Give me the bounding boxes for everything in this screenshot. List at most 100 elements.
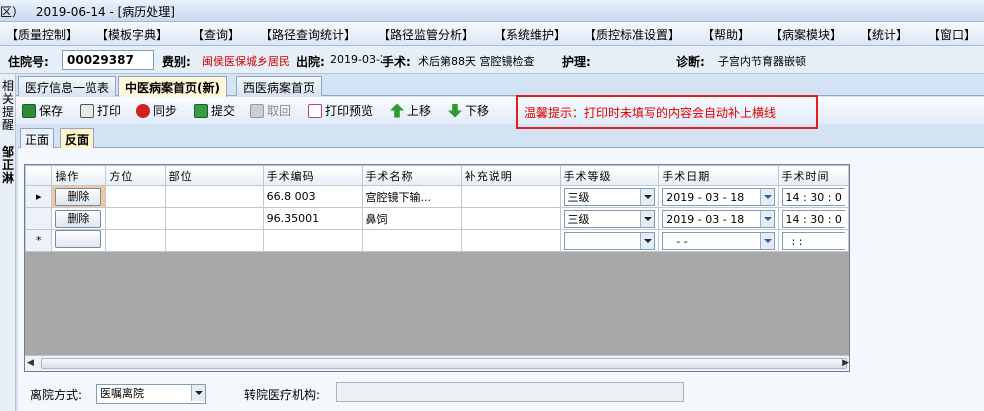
title-date: 2019-06-14 <box>35 5 106 19</box>
horizontal-scrollbar[interactable]: ◀ ▶ <box>25 355 849 371</box>
tab-western-frontpage[interactable]: 西医病案首页 <box>236 76 323 96</box>
menu-quality-control[interactable]: 【质量控制】 <box>6 26 78 43</box>
position-cell[interactable] <box>105 207 166 230</box>
surgery-name-cell[interactable] <box>361 229 462 252</box>
table-row[interactable]: ▸ 删除 66.8 003 宫腔镜下输... 三级 2019 - 03 - 18… <box>25 185 849 208</box>
col-site[interactable]: 部位 <box>164 165 264 186</box>
revoke-icon <box>250 103 264 118</box>
print-preview-label: 打印预览 <box>325 104 374 118</box>
toolbar: 保存 打印 同步 提交 取回 打印预览 上移 下移 <box>16 97 984 124</box>
site-cell[interactable] <box>164 207 264 230</box>
scroll-right-icon[interactable]: ▶ <box>842 358 849 368</box>
surgery-date-picker[interactable]: 2019 - 03 - 18 <box>662 209 775 228</box>
scroll-thumb[interactable] <box>41 358 847 369</box>
surgery-date-value: 2019 - 03 - 18 <box>666 212 745 226</box>
tab-tcm-frontpage[interactable]: 中医病案首页(新) <box>118 76 227 97</box>
discharge-row: 离院方式: 医嘱离院 转院医疗机构: <box>18 380 984 406</box>
arrow-down-icon <box>448 103 462 118</box>
tab-back-side[interactable]: 反面 <box>60 128 95 148</box>
title-bar: 区） 2019-06-14 - [病历处理] <box>0 0 984 22</box>
transfer-hospital-input[interactable] <box>336 382 684 402</box>
col-supplement[interactable]: 补充说明 <box>460 165 561 186</box>
revoke-button[interactable]: 取回 <box>250 102 291 119</box>
surgery-date-picker[interactable]: 2019 - 03 - 18 <box>662 187 775 206</box>
print-preview-button[interactable]: 打印预览 <box>308 102 373 119</box>
delete-button[interactable]: 删除 <box>55 187 102 206</box>
revoke-label: 取回 <box>267 104 292 118</box>
surgery-level-select[interactable]: 三级 <box>563 209 656 228</box>
chevron-down-icon[interactable] <box>640 188 655 205</box>
supplement-cell[interactable] <box>460 229 561 252</box>
submit-icon <box>194 103 208 118</box>
new-row[interactable]: * - - : : <box>25 229 849 252</box>
delete-button[interactable]: 删除 <box>55 209 102 228</box>
col-surgery-code[interactable]: 手术编码 <box>262 165 363 186</box>
site-cell[interactable] <box>164 229 264 252</box>
surgery-name-cell[interactable]: 宫腔镜下输... <box>361 185 462 208</box>
warning-text: 温馨提示：打印时未填写的内容会自动补上横线 <box>524 106 777 120</box>
row-indicator[interactable]: ▸ <box>25 185 53 208</box>
inpatient-number-field[interactable]: 00029387 <box>62 50 154 70</box>
tab-front-side[interactable]: 正面 <box>20 128 55 148</box>
surgery-time-value: 14 : 30 : 0 <box>785 212 842 226</box>
page-side-tabs: 正面 反面 <box>18 128 984 148</box>
surgery-code-cell[interactable]: 66.8 003 <box>262 185 363 208</box>
surgery-code-cell[interactable]: 96.35001 <box>262 207 363 230</box>
left-reminder-strip[interactable]: 相 关 提 醒 邹 正 淋 <box>0 74 16 411</box>
chevron-down-icon[interactable] <box>759 210 774 227</box>
surgery-level-select[interactable]: 三级 <box>563 187 656 206</box>
surgery-name-cell[interactable]: 鼻饲 <box>361 207 462 230</box>
table-row[interactable]: 删除 96.35001 鼻饲 三级 2019 - 03 - 18 14 : 30… <box>25 207 849 230</box>
tab-medical-overview[interactable]: 医疗信息一览表 <box>18 76 117 96</box>
col-position[interactable]: 方位 <box>105 165 166 186</box>
new-row-indicator[interactable]: * <box>25 229 53 252</box>
sync-button[interactable]: 同步 <box>136 102 177 119</box>
surgery-date-picker[interactable]: - - <box>662 231 775 250</box>
supplement-cell[interactable] <box>460 207 561 230</box>
move-up-button[interactable]: 上移 <box>390 102 431 119</box>
position-cell[interactable] <box>105 229 166 252</box>
submit-button[interactable]: 提交 <box>194 102 235 119</box>
position-cell[interactable] <box>105 185 166 208</box>
menu-statistics[interactable]: 【统计】 <box>860 26 908 43</box>
site-cell[interactable] <box>164 185 264 208</box>
discharge-method-select[interactable]: 医嘱离院 <box>96 384 206 404</box>
scroll-left-icon[interactable]: ◀ <box>27 358 34 368</box>
row-indicator[interactable] <box>25 207 53 230</box>
menu-case-module[interactable]: 【病案模块】 <box>770 26 842 43</box>
surgery-code-cell[interactable] <box>262 229 363 252</box>
move-down-button[interactable]: 下移 <box>448 102 489 119</box>
corner-cell[interactable] <box>25 165 53 186</box>
save-button[interactable]: 保存 <box>22 102 63 119</box>
chevron-down-icon[interactable] <box>191 385 205 401</box>
menu-window[interactable]: 【窗口】 <box>928 26 976 43</box>
back-side-panel: 操作 方位 部位 手术编码 手术名称 补充说明 手术等级 手术日期 手术时间 ▸… <box>18 148 984 411</box>
supplement-cell[interactable] <box>460 185 561 208</box>
menu-system[interactable]: 【系统维护】 <box>494 26 566 43</box>
sync-label: 同步 <box>153 104 178 118</box>
chevron-down-icon[interactable] <box>640 232 655 249</box>
printer-icon <box>80 103 94 118</box>
submit-label: 提交 <box>211 104 236 118</box>
chevron-down-icon[interactable] <box>759 188 774 205</box>
menu-help[interactable]: 【帮助】 <box>702 26 750 43</box>
col-action[interactable]: 操作 <box>51 165 107 186</box>
col-surgery-time[interactable]: 手术时间 <box>777 165 849 186</box>
surgery-time-field[interactable]: 14 : 30 : 0 <box>781 209 845 228</box>
menu-qc-standards[interactable]: 【质控标准设置】 <box>584 26 680 43</box>
surgery-time-field[interactable]: 14 : 30 : 0 <box>781 187 845 206</box>
menu-query[interactable]: 【查询】 <box>192 26 240 43</box>
col-surgery-date[interactable]: 手术日期 <box>658 165 779 186</box>
delete-button-empty[interactable] <box>55 230 102 248</box>
surgery-time-field[interactable]: : : <box>781 231 845 250</box>
menu-pathway-analysis[interactable]: 【路径监管分析】 <box>378 26 474 43</box>
title-prefix: 区） <box>0 5 25 19</box>
menu-template-dict[interactable]: 【模板字典】 <box>96 26 168 43</box>
chevron-down-icon[interactable] <box>640 210 655 227</box>
menu-pathway-stats[interactable]: 【路径查询统计】 <box>260 26 356 43</box>
chevron-down-icon[interactable] <box>759 232 774 249</box>
surgery-level-select[interactable] <box>563 231 656 250</box>
print-button[interactable]: 打印 <box>80 102 121 119</box>
col-surgery-level[interactable]: 手术等级 <box>559 165 660 186</box>
col-surgery-name[interactable]: 手术名称 <box>361 165 462 186</box>
